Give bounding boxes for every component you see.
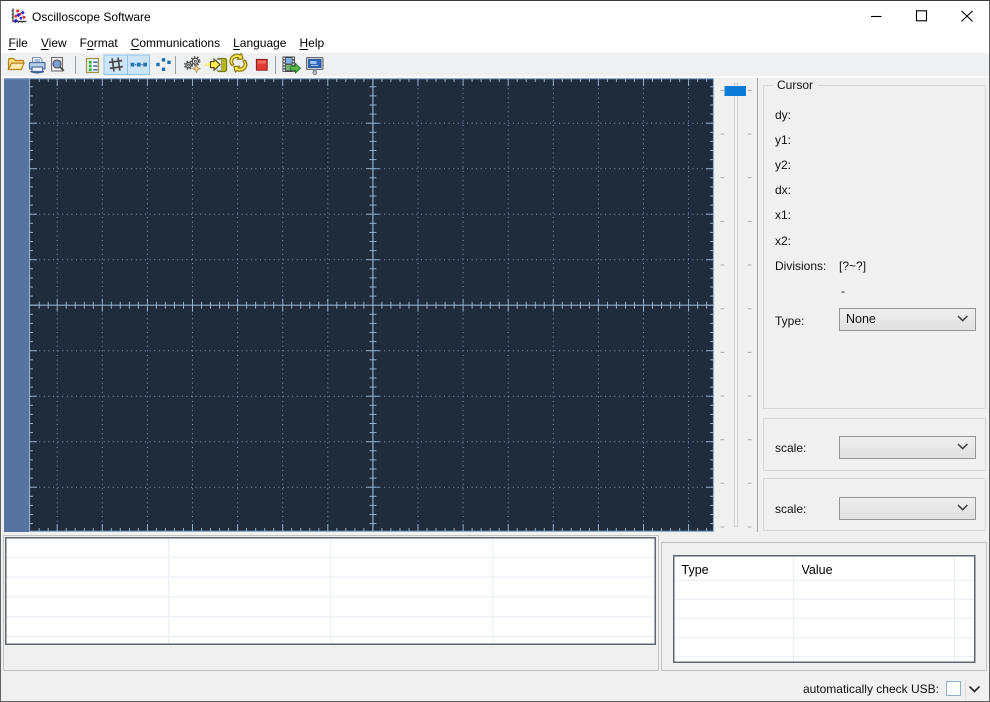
svg-text:Type: Type: [682, 563, 709, 577]
svg-text:Value: Value: [802, 563, 833, 577]
